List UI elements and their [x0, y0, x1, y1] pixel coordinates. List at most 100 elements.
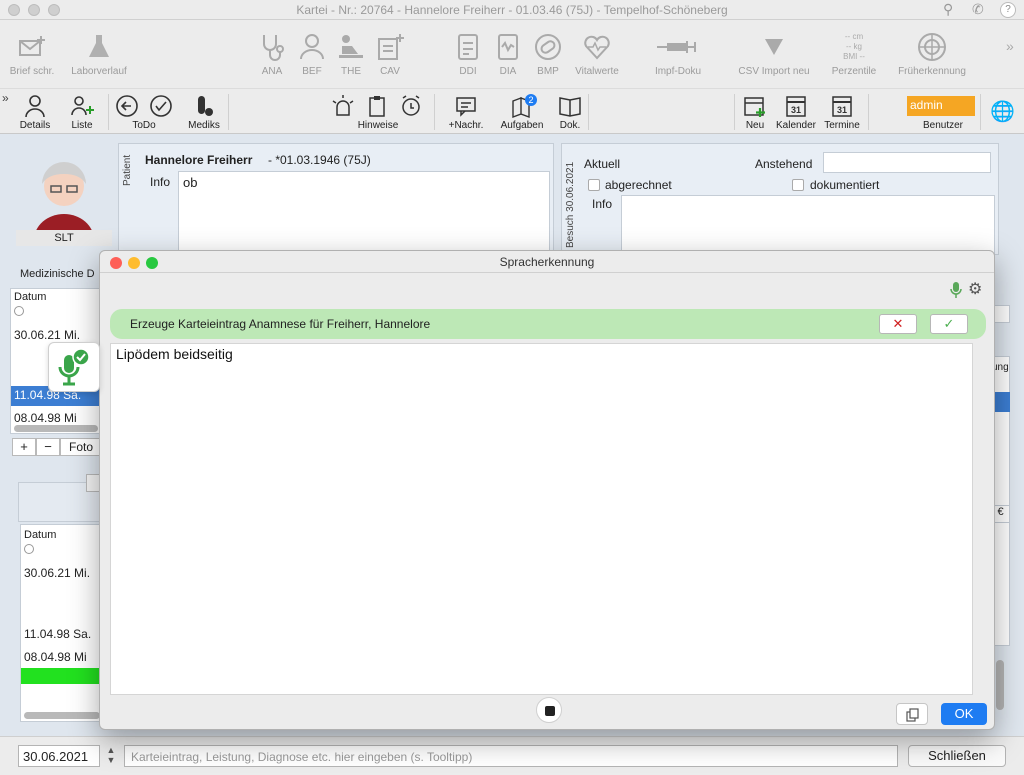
- kalender-button[interactable]: 31 Kalender: [772, 93, 820, 131]
- patient-info-label: Info: [150, 175, 171, 189]
- alert-light-button[interactable]: [328, 93, 358, 120]
- toolbar-overflow-icon[interactable]: »: [1006, 38, 1014, 54]
- todo-label[interactable]: ToDo: [126, 120, 162, 131]
- entry-input[interactable]: Karteieintrag, Leistung, Diagnose etc. h…: [124, 745, 898, 767]
- transcript-textarea[interactable]: Lipödem beidseitig: [110, 343, 973, 695]
- close-button[interactable]: Schließen: [908, 745, 1006, 767]
- syringe-icon: [657, 41, 696, 53]
- list-item[interactable]: 08.04.98 Mi: [24, 650, 87, 664]
- dok-button[interactable]: Dok.: [556, 93, 584, 131]
- window-titlebar: Kartei - Nr.: 20764 - Hannelore Freiherr…: [0, 0, 1024, 20]
- mediks-button[interactable]: Mediks: [184, 93, 224, 131]
- ddi-button[interactable]: DDI: [450, 30, 486, 77]
- list-item[interactable]: 30.06.21 Mi.: [14, 328, 80, 342]
- dialog-minimize-button[interactable]: [128, 257, 140, 269]
- dokumentiert-label: dokumentiert: [810, 178, 880, 192]
- abgerechnet-checkbox[interactable]: [588, 179, 600, 191]
- list-item[interactable]: 08.04.98 Mi: [14, 411, 77, 425]
- impf-doku-button[interactable]: Impf-Doku: [644, 30, 712, 77]
- dia-button[interactable]: DIA: [490, 30, 526, 77]
- discard-button[interactable]: ✕: [879, 314, 917, 334]
- list-item[interactable]: 30.06.21 Mi.: [24, 566, 90, 580]
- todo-check-button[interactable]: [146, 93, 176, 120]
- liste-button[interactable]: Liste: [62, 93, 102, 131]
- dokumentiert-checkbox[interactable]: [792, 179, 804, 191]
- stepper-up-icon[interactable]: ▲: [104, 745, 118, 755]
- ana-button[interactable]: ANA: [254, 30, 290, 77]
- list-item[interactable]: 11.04.98 Sa.: [24, 627, 91, 641]
- green-status-row[interactable]: [21, 668, 103, 684]
- upper-list-header[interactable]: Datum: [14, 291, 46, 303]
- dialog-titlebar: Sprach­erkennung: [100, 251, 994, 273]
- bef-button[interactable]: BEF: [294, 30, 330, 77]
- lower-list-scrollbar[interactable]: [24, 712, 100, 719]
- accept-button[interactable]: ✓: [930, 314, 968, 334]
- clipboard-icon: [369, 96, 385, 117]
- alarm-light-icon: [332, 95, 354, 116]
- patient-avatar[interactable]: SLT: [16, 150, 112, 246]
- checklist-icon: [458, 34, 478, 60]
- secondary-toolbar: » Details Liste ToDo Mediks Hinweise +Na…: [0, 88, 1024, 134]
- dialog-zoom-button[interactable]: [146, 257, 158, 269]
- termine-button[interactable]: 31 Termine: [820, 93, 864, 131]
- benutzer-label: Benutzer: [922, 120, 964, 131]
- status-banner: Erzeuge Karteieintrag Anamnese für Freih…: [110, 309, 986, 339]
- stop-recording-button[interactable]: [536, 697, 562, 723]
- phone-icon[interactable]: ✆: [972, 1, 984, 18]
- csv-import-neu-button[interactable]: CSV Import neu: [730, 30, 818, 77]
- date-stepper[interactable]: ▲ ▼: [104, 745, 118, 767]
- collapse-icon[interactable]: »: [2, 91, 9, 105]
- avatar-tag: SLT: [16, 230, 112, 246]
- perzentile-button[interactable]: -- cm -- kg BMI -- Perzentile: [826, 30, 882, 77]
- anstehend-field[interactable]: [823, 152, 991, 173]
- laborverlauf-button[interactable]: Laborverlauf: [64, 30, 134, 77]
- foto-button[interactable]: Foto: [60, 438, 102, 456]
- frueherkennung-button[interactable]: Früherkennung: [890, 30, 974, 77]
- details-button[interactable]: Details: [14, 93, 56, 131]
- ok-button[interactable]: OK: [941, 703, 987, 725]
- doctor-icon: [300, 34, 324, 60]
- user-field[interactable]: admin: [907, 96, 975, 116]
- lower-list-radio[interactable]: [24, 544, 34, 554]
- dialog-close-button[interactable]: [110, 257, 122, 269]
- svg-text:31: 31: [837, 105, 847, 115]
- neu-termin-button[interactable]: Neu: [740, 93, 770, 131]
- search-icon[interactable]: ⚲: [943, 1, 953, 18]
- settings-gear-icon[interactable]: ⚙: [968, 279, 982, 299]
- hinweise-label[interactable]: Hinweise: [350, 120, 406, 131]
- flask-icon: [89, 35, 109, 57]
- right-panel-scrollbar[interactable]: [996, 660, 1004, 710]
- person-icon: [25, 95, 45, 118]
- visit-info-field[interactable]: [621, 195, 995, 255]
- dictation-indicator[interactable]: [48, 342, 100, 392]
- brief-schreiben-button[interactable]: Brief schr.: [4, 30, 60, 77]
- clipboard-plus-icon: [378, 34, 404, 60]
- bmp-button[interactable]: BMP: [530, 30, 566, 77]
- stop-icon: [545, 706, 555, 716]
- stethoscope-icon: [263, 35, 284, 61]
- nachricht-button[interactable]: +Nachr.: [444, 93, 488, 131]
- cav-button[interactable]: CAV: [372, 30, 408, 77]
- back-button[interactable]: [112, 93, 142, 120]
- copy-button[interactable]: [896, 703, 928, 725]
- patient-info-field[interactable]: ob: [178, 171, 550, 255]
- lower-list-header[interactable]: Datum: [24, 529, 56, 541]
- book-icon: [559, 97, 581, 117]
- globe-icon[interactable]: 🌐: [990, 99, 1015, 124]
- toolbar-divider: [868, 94, 869, 130]
- aufgaben-button[interactable]: 2 Aufgaben: [494, 93, 550, 131]
- patient-dob: - *01.03.1946 (75J): [268, 153, 371, 167]
- microphone-icon[interactable]: [949, 281, 963, 299]
- remove-button[interactable]: −: [36, 438, 60, 456]
- vitalwerte-button[interactable]: Vitalwerte: [568, 30, 626, 77]
- clipboard-button[interactable]: [362, 93, 392, 120]
- the-button[interactable]: THE: [333, 30, 369, 77]
- stepper-down-icon[interactable]: ▼: [104, 755, 118, 765]
- toolbar-divider: [434, 94, 435, 130]
- help-button[interactable]: ?: [1000, 2, 1016, 18]
- alarm-clock-button[interactable]: [396, 93, 426, 120]
- date-field[interactable]: 30.06.2021: [18, 745, 100, 767]
- upper-list-scrollbar[interactable]: [14, 425, 98, 432]
- upper-list-radio[interactable]: [14, 306, 24, 316]
- add-button[interactable]: +: [12, 438, 36, 456]
